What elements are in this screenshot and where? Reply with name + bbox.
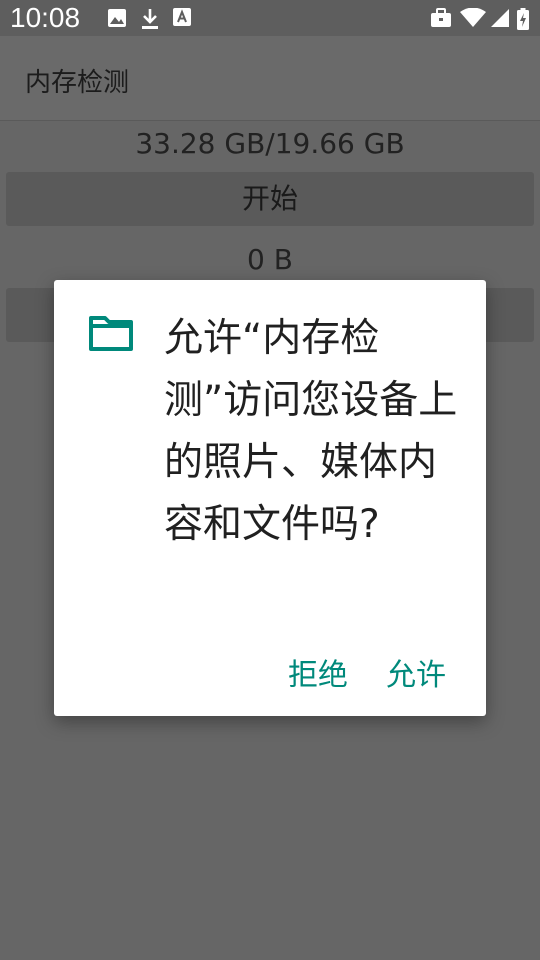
folder-icon: [89, 316, 133, 351]
app-title: 内存检测: [25, 68, 130, 98]
memory-usage-text: 33.28 GB/19.66 GB: [135, 127, 405, 160]
font-icon: [173, 8, 191, 26]
briefcase-icon: [431, 8, 451, 27]
status-time: 10:08: [10, 2, 81, 33]
start-button[interactable]: 开始: [6, 172, 534, 226]
result-text: 0 B: [247, 243, 293, 276]
allow-button[interactable]: 允许: [386, 650, 446, 694]
status-bar: 10:08: [0, 0, 540, 36]
download-icon: [142, 9, 158, 29]
signal-icon: [491, 9, 509, 27]
permission-dialog: 允许“内存检测”访问您设备上的照片、媒体内容和文件吗? 拒绝 允许: [54, 280, 486, 716]
image-icon: [108, 9, 126, 27]
app-bar: 内存检测: [0, 36, 540, 121]
deny-button[interactable]: 拒绝: [288, 650, 348, 694]
battery-charging-icon: [517, 8, 529, 30]
wifi-icon: [460, 8, 486, 27]
dialog-actions: 拒绝 允许: [288, 650, 446, 694]
dialog-message: 允许“内存检测”访问您设备上的照片、媒体内容和文件吗?: [164, 316, 458, 547]
